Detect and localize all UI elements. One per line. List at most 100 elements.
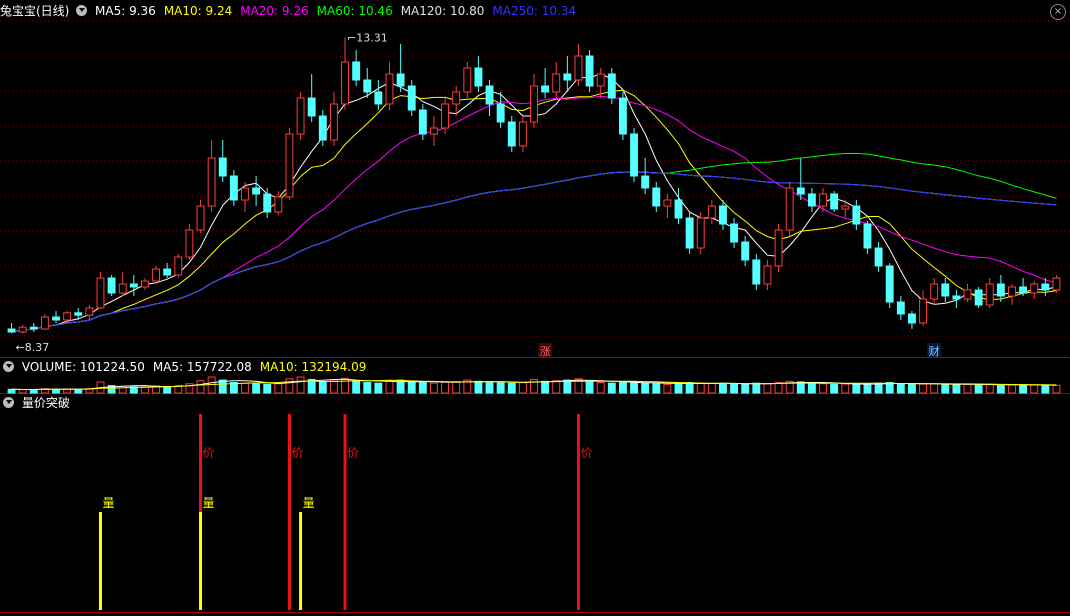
candle bbox=[774, 229, 783, 267]
volume-bar bbox=[696, 382, 705, 394]
candle bbox=[885, 265, 894, 303]
volume-bar bbox=[1052, 384, 1061, 394]
volume-bar bbox=[274, 383, 283, 394]
candle bbox=[307, 97, 316, 117]
candle bbox=[385, 73, 394, 105]
volume-bar bbox=[896, 383, 905, 394]
volume-bar bbox=[607, 382, 616, 394]
candle bbox=[1030, 283, 1039, 294]
candle bbox=[163, 268, 172, 276]
volume-signal-label: 量 bbox=[303, 496, 315, 510]
volume-bar bbox=[763, 383, 772, 394]
candle bbox=[674, 199, 683, 219]
candle bbox=[1052, 277, 1061, 291]
volume-bar bbox=[541, 380, 550, 394]
price-signal-label: 价 bbox=[291, 446, 303, 460]
candle bbox=[229, 175, 238, 201]
volume-bar bbox=[163, 386, 172, 394]
price-signal-bar bbox=[576, 414, 580, 610]
volume-signal-bar bbox=[199, 512, 203, 610]
volume-bar bbox=[518, 382, 527, 394]
candle bbox=[485, 85, 494, 105]
volume-bar bbox=[430, 382, 438, 394]
volume-bar bbox=[963, 383, 972, 394]
volume-bar bbox=[874, 382, 883, 394]
volume-bar bbox=[341, 377, 349, 394]
candle bbox=[585, 55, 594, 87]
candle bbox=[7, 328, 16, 333]
candle bbox=[463, 67, 472, 93]
candle bbox=[952, 295, 961, 300]
volume-bar bbox=[385, 380, 394, 394]
low-price-label: ←8.37 bbox=[16, 341, 50, 354]
candle bbox=[741, 241, 750, 261]
candle bbox=[907, 313, 916, 324]
candle bbox=[763, 265, 772, 285]
candle bbox=[329, 103, 338, 141]
candle bbox=[574, 55, 583, 81]
candle bbox=[129, 283, 138, 288]
volume-bar bbox=[630, 381, 638, 394]
volume-bar bbox=[863, 383, 872, 394]
volume-bar bbox=[841, 383, 850, 394]
volume-bar bbox=[830, 383, 839, 394]
volume-bar bbox=[296, 376, 305, 394]
candle bbox=[807, 193, 816, 207]
volume-bar bbox=[18, 389, 27, 394]
candle bbox=[196, 205, 205, 231]
candle bbox=[752, 259, 761, 285]
candle bbox=[552, 73, 561, 93]
candle bbox=[40, 316, 49, 330]
kline-chart[interactable]: ⌐13.31 ←8.37 涨 财价 价 价 价量 量 量 bbox=[0, 0, 1070, 616]
volume-bar bbox=[329, 379, 338, 394]
volume-bar bbox=[930, 383, 939, 394]
candle bbox=[930, 283, 939, 300]
candle bbox=[318, 115, 327, 141]
volume-bar bbox=[907, 383, 916, 394]
candle bbox=[630, 133, 638, 177]
volume-bar bbox=[730, 383, 739, 394]
volume-bar bbox=[819, 383, 827, 394]
volume-bar bbox=[196, 380, 205, 394]
price-signal-label: 价 bbox=[203, 446, 215, 460]
candle bbox=[941, 283, 950, 297]
candle bbox=[218, 157, 227, 177]
candle bbox=[152, 268, 161, 282]
price-signal-label: 价 bbox=[580, 446, 592, 460]
candle bbox=[452, 91, 461, 105]
candle bbox=[374, 91, 383, 105]
candle bbox=[530, 85, 538, 123]
candle bbox=[696, 217, 705, 249]
candle bbox=[29, 326, 38, 330]
volume-bar bbox=[952, 384, 961, 394]
candle bbox=[963, 289, 972, 300]
candle bbox=[274, 196, 283, 213]
volume-signal-bar bbox=[98, 512, 102, 610]
volume-bar bbox=[241, 382, 249, 394]
candle bbox=[596, 73, 605, 87]
volume-bar bbox=[985, 383, 994, 394]
volume-bar bbox=[507, 382, 516, 394]
volume-bar bbox=[1008, 384, 1016, 394]
candle bbox=[730, 223, 739, 243]
candle bbox=[1008, 286, 1016, 297]
volume-signal-label: 量 bbox=[203, 496, 215, 510]
candle bbox=[185, 229, 194, 258]
volume-bar bbox=[485, 382, 494, 394]
volume-bar bbox=[374, 382, 383, 394]
volume-bar bbox=[919, 383, 927, 394]
volume-bar bbox=[252, 383, 261, 394]
volume-bar bbox=[652, 383, 661, 394]
candle bbox=[96, 277, 105, 309]
candle bbox=[863, 223, 872, 249]
ma20-line bbox=[11, 95, 1057, 333]
candle bbox=[663, 199, 672, 207]
volume-bar bbox=[807, 382, 816, 394]
high-price-label: ⌐13.31 bbox=[347, 31, 388, 44]
candle bbox=[107, 277, 116, 294]
volume-bar bbox=[285, 378, 294, 394]
event-marker-83: 财 bbox=[929, 344, 940, 358]
volume-bar bbox=[141, 386, 149, 394]
volume-bar bbox=[363, 382, 372, 394]
candle bbox=[819, 193, 827, 207]
